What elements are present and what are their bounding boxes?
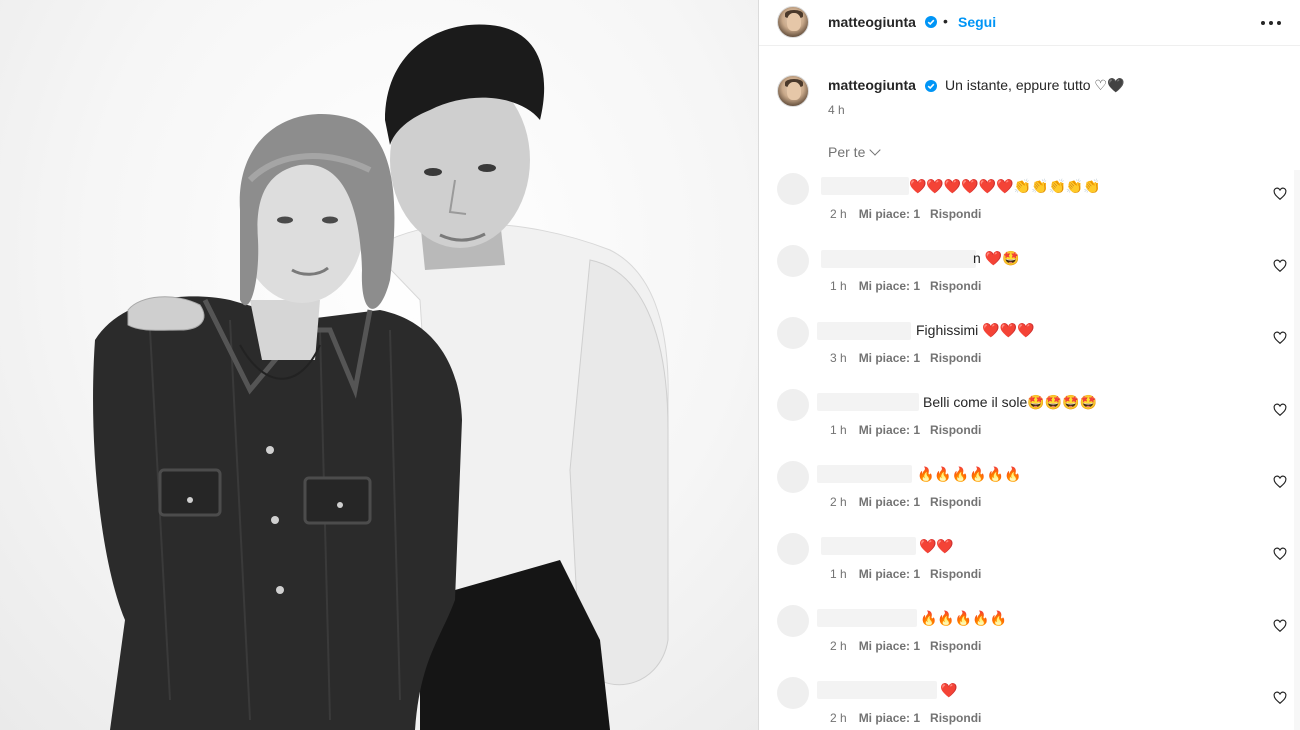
comment-sort-dropdown[interactable]: Per te	[828, 144, 882, 160]
comment-likes[interactable]: Mi piace: 1	[859, 639, 920, 653]
redacted-username	[817, 393, 919, 411]
heart-icon[interactable]	[1273, 403, 1287, 417]
comment-likes[interactable]: Mi piace: 1	[859, 567, 920, 581]
comment-item: Belli come il sole🤩🤩🤩🤩 1 h Mi piace: 1 Ris…	[759, 386, 1300, 458]
author-username[interactable]: matteogiunta	[828, 14, 916, 30]
comment-text: 🔥🔥🔥🔥🔥🔥	[917, 466, 1022, 482]
comment-text: ❤️❤️	[919, 538, 954, 554]
redacted-username	[817, 609, 917, 627]
caption-timestamp[interactable]: 4 h	[828, 103, 845, 117]
comment-time[interactable]: 2 h	[830, 639, 847, 653]
couple-photo-illustration	[93, 24, 669, 730]
comment-meta: 3 h Mi piace: 1 Rispondi	[830, 351, 981, 365]
comments-list[interactable]: ❤️❤️❤️❤️❤️❤️👏👏👏👏👏 2 h Mi piace: 1 Rispondi…	[759, 170, 1300, 730]
post-photo[interactable]	[0, 0, 758, 730]
commenter-avatar[interactable]	[777, 677, 809, 709]
commenter-avatar[interactable]	[777, 605, 809, 637]
heart-icon[interactable]	[1273, 547, 1287, 561]
comment-time[interactable]: 1 h	[830, 567, 847, 581]
comment-time[interactable]: 3 h	[830, 351, 847, 365]
comment-text: n ❤️🤩	[973, 250, 1020, 266]
comment-time[interactable]: 1 h	[830, 423, 847, 437]
reply-button[interactable]: Rispondi	[930, 423, 981, 437]
comment-likes[interactable]: Mi piace: 1	[859, 279, 920, 293]
reply-button[interactable]: Rispondi	[930, 351, 981, 365]
chevron-down-icon	[869, 144, 882, 156]
heart-icon[interactable]	[1273, 691, 1287, 705]
reply-button[interactable]: Rispondi	[930, 639, 981, 653]
comment-item: n ❤️🤩 1 h Mi piace: 1 Rispondi	[759, 242, 1300, 314]
comment-likes[interactable]: Mi piace: 1	[859, 423, 920, 437]
verified-badge-icon	[925, 80, 937, 92]
comment-likes[interactable]: Mi piace: 1	[859, 351, 920, 365]
comment-likes[interactable]: Mi piace: 1	[859, 711, 920, 725]
comment-meta: 1 h Mi piace: 1 Rispondi	[830, 423, 981, 437]
reply-button[interactable]: Rispondi	[930, 279, 981, 293]
comment-meta: 1 h Mi piace: 1 Rispondi	[830, 279, 981, 293]
comment-meta: 2 h Mi piace: 1 Rispondi	[830, 639, 981, 653]
comment-text: 🔥🔥🔥🔥🔥	[920, 610, 1008, 626]
heart-icon[interactable]	[1273, 475, 1287, 489]
comment-item: ❤️❤️❤️❤️❤️❤️👏👏👏👏👏 2 h Mi piace: 1 Rispondi	[759, 170, 1300, 242]
more-options-button[interactable]	[1261, 14, 1281, 32]
comment-item: Fighissimi ❤️❤️❤️ 3 h Mi piace: 1 Rispondi	[759, 314, 1300, 386]
post-header: matteogiunta • Segui	[759, 0, 1300, 46]
caption-username[interactable]: matteogiunta	[828, 77, 916, 93]
comment-meta: 2 h Mi piace: 1 Rispondi	[830, 495, 981, 509]
commenter-avatar[interactable]	[777, 389, 809, 421]
comments-scrollbar[interactable]	[1294, 170, 1300, 730]
redacted-username	[821, 177, 909, 195]
comment-time[interactable]: 2 h	[830, 711, 847, 725]
comment-text: ❤️❤️❤️❤️❤️❤️👏👏👏👏👏	[909, 178, 1101, 194]
follow-button[interactable]: Segui	[958, 14, 996, 30]
comment-meta: 1 h Mi piace: 1 Rispondi	[830, 567, 981, 581]
comment-time[interactable]: 2 h	[830, 495, 847, 509]
caption-text: Un istante, eppure tutto ♡🖤	[945, 77, 1125, 93]
heart-icon[interactable]	[1273, 331, 1287, 345]
comment-likes[interactable]: Mi piace: 1	[859, 495, 920, 509]
commenter-avatar[interactable]	[777, 245, 809, 277]
comment-item: 🔥🔥🔥🔥🔥🔥 2 h Mi piace: 1 Rispondi	[759, 458, 1300, 530]
comment-meta: 2 h Mi piace: 1 Rispondi	[830, 207, 981, 221]
caption-author-avatar[interactable]	[777, 75, 809, 107]
separator-dot: •	[943, 13, 948, 29]
comment-time[interactable]: 1 h	[830, 279, 847, 293]
comment-likes[interactable]: Mi piace: 1	[859, 207, 920, 221]
comment-meta: 2 h Mi piace: 1 Rispondi	[830, 711, 981, 725]
heart-icon[interactable]	[1273, 259, 1287, 273]
commenter-avatar[interactable]	[777, 173, 809, 205]
commenter-avatar[interactable]	[777, 533, 809, 565]
heart-icon[interactable]	[1273, 619, 1287, 633]
author-avatar[interactable]	[777, 6, 809, 38]
verified-badge-icon	[925, 16, 937, 28]
comment-time[interactable]: 2 h	[830, 207, 847, 221]
redacted-username	[821, 537, 916, 555]
reply-button[interactable]: Rispondi	[930, 567, 981, 581]
commenter-avatar[interactable]	[777, 461, 809, 493]
reply-button[interactable]: Rispondi	[930, 711, 981, 725]
sort-label: Per te	[828, 144, 866, 160]
redacted-username	[817, 465, 912, 483]
reply-button[interactable]: Rispondi	[930, 207, 981, 221]
comment-text: ❤️	[940, 682, 958, 698]
comment-item: ❤️❤️ 1 h Mi piace: 1 Rispondi	[759, 530, 1300, 602]
reply-button[interactable]: Rispondi	[930, 495, 981, 509]
comment-text: Fighissimi ❤️❤️❤️	[916, 322, 1035, 338]
post-side-panel: matteogiunta • Segui matteogiunta Un ist…	[758, 0, 1300, 730]
comment-item: ❤️ 2 h Mi piace: 1 Rispondi	[759, 674, 1300, 730]
comment-item: 🔥🔥🔥🔥🔥 2 h Mi piace: 1 Rispondi	[759, 602, 1300, 674]
heart-icon[interactable]	[1273, 187, 1287, 201]
redacted-username	[817, 322, 911, 340]
comment-text: Belli come il sole🤩🤩🤩🤩	[923, 394, 1097, 410]
commenter-avatar[interactable]	[777, 317, 809, 349]
redacted-username	[821, 250, 976, 268]
redacted-username	[817, 681, 937, 699]
